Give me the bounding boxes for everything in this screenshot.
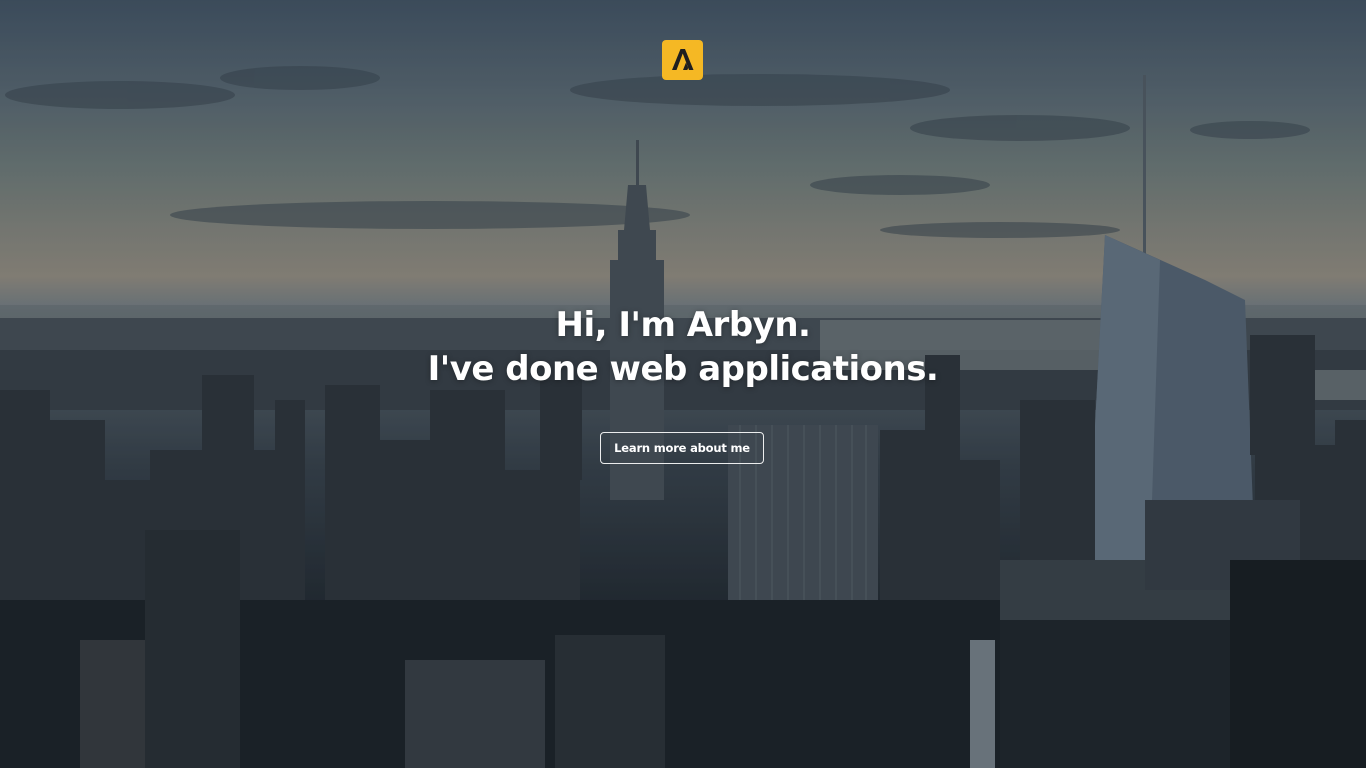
hero-line-1: Hi, I'm Arbyn.	[555, 305, 811, 345]
hero-section: Hi, I'm Arbyn. I've done web application…	[0, 0, 1366, 768]
brand-logo[interactable]	[662, 40, 703, 80]
hero-headline: Hi, I'm Arbyn. I've done web application…	[0, 303, 1366, 391]
brand-a-logo-icon	[662, 40, 703, 80]
learn-more-button[interactable]: Learn more about me	[600, 432, 764, 464]
hero-line-2: I've done web applications.	[427, 349, 939, 389]
